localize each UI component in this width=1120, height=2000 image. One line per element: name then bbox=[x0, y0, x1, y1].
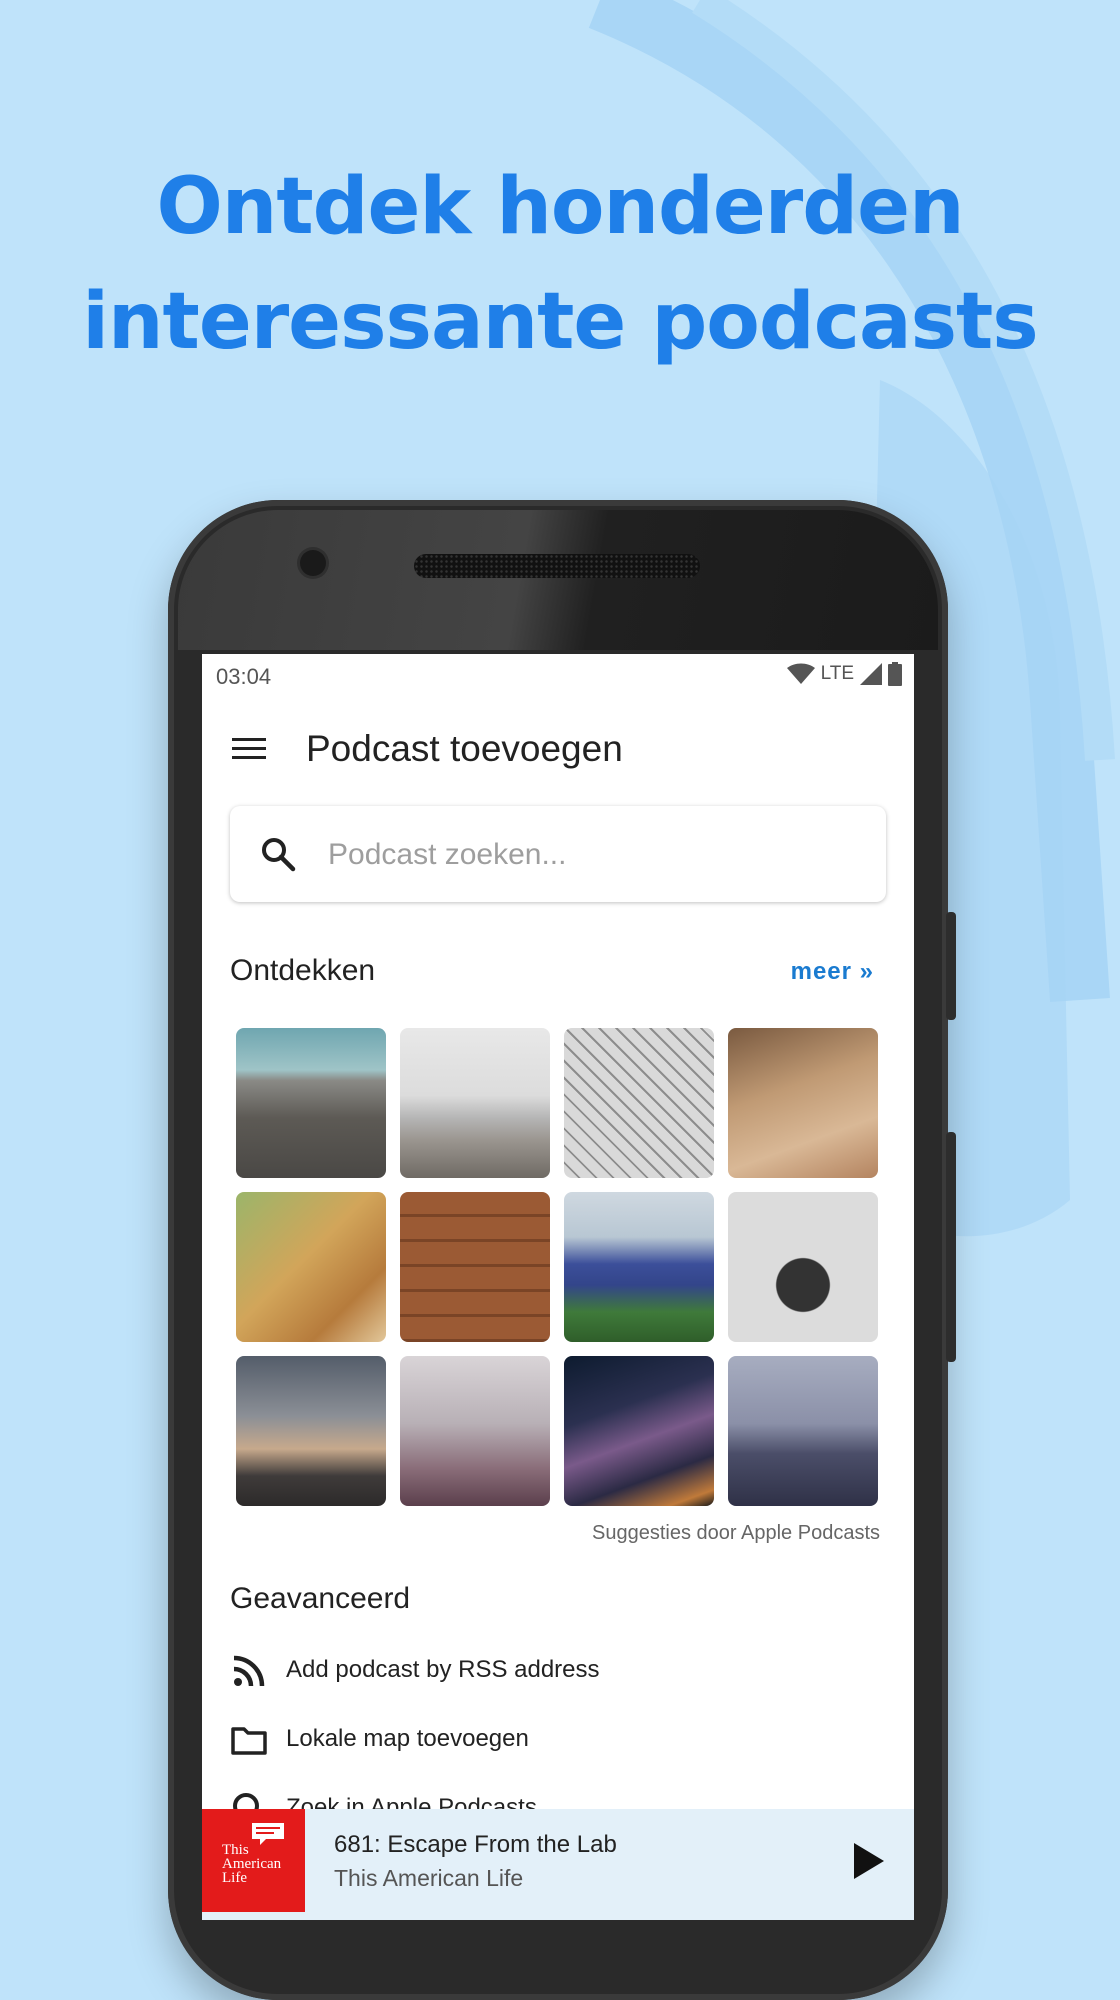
headline-line-2: interessante podcasts bbox=[82, 277, 1038, 367]
podcast-tile-pencils[interactable] bbox=[728, 1028, 878, 1178]
menu-icon bbox=[232, 738, 266, 741]
power-button bbox=[946, 912, 956, 1020]
play-icon[interactable] bbox=[848, 1839, 888, 1883]
headline-line-1: Ontdek honderden bbox=[156, 162, 965, 252]
headline: Ontdek honderden interessante podcasts bbox=[0, 150, 1120, 380]
podcast-tile-snowy-mountain[interactable] bbox=[400, 1028, 550, 1178]
menu-button[interactable] bbox=[232, 734, 266, 764]
podcast-tile-blue-flowers[interactable] bbox=[564, 1192, 714, 1342]
search-icon bbox=[262, 838, 296, 872]
section-title-discover: Ontdekken bbox=[230, 954, 376, 987]
battery-icon bbox=[888, 662, 902, 686]
podcast-tile-glass-roof[interactable] bbox=[564, 1028, 714, 1178]
section-title-advanced: Geavanceerd bbox=[230, 1582, 411, 1615]
status-time: 03:04 bbox=[216, 664, 272, 689]
search-box bbox=[230, 806, 886, 902]
phone-top-bezel bbox=[178, 510, 938, 650]
suggestions-credit: Suggesties door Apple Podcasts bbox=[592, 1522, 880, 1544]
rss-icon bbox=[233, 1655, 265, 1687]
search-input[interactable] bbox=[326, 826, 860, 884]
show-name: This American Life bbox=[334, 1865, 524, 1891]
speech-bubble-icon bbox=[252, 1823, 284, 1845]
podcast-tile-city-tower[interactable] bbox=[236, 1356, 386, 1506]
podcast-tile-milky-way[interactable] bbox=[564, 1356, 714, 1506]
podcast-tile-wood-planks[interactable] bbox=[400, 1192, 550, 1342]
podcast-tile-misty-sea[interactable] bbox=[728, 1356, 878, 1506]
signal-icon bbox=[860, 663, 882, 685]
add-rss-item[interactable]: Add podcast by RSS address bbox=[230, 1646, 870, 1696]
camera-icon bbox=[300, 550, 326, 576]
more-link[interactable]: meer » bbox=[791, 958, 874, 986]
volume-button bbox=[946, 1132, 956, 1362]
app-screen: 03:04 LTE Podcast toevoegen Ontdekke bbox=[202, 654, 914, 1920]
track-title: 681: Escape From the Lab bbox=[334, 1831, 617, 1858]
cover-title: This American Life bbox=[222, 1842, 282, 1886]
app-bar: Podcast toevoegen bbox=[202, 714, 914, 786]
podcast-tile-typewriter[interactable] bbox=[728, 1192, 878, 1342]
page-title: Podcast toevoegen bbox=[306, 728, 623, 769]
speaker-grille bbox=[414, 554, 700, 578]
podcast-tile-foggy-trees[interactable] bbox=[400, 1356, 550, 1506]
podcast-tile-pebble-beach[interactable] bbox=[236, 1028, 386, 1178]
status-bar: 03:04 LTE bbox=[202, 654, 914, 698]
podcast-tile-bamboo-pipes[interactable] bbox=[236, 1192, 386, 1342]
podcast-cover[interactable]: This American Life bbox=[202, 1809, 305, 1912]
add-local-folder-label: Lokale map toevoegen bbox=[286, 1725, 529, 1752]
wifi-icon bbox=[786, 663, 815, 684]
mini-player[interactable]: This American Life 681: Escape From the … bbox=[202, 1809, 914, 1920]
folder-icon bbox=[231, 1727, 267, 1755]
add-local-folder-item[interactable]: Lokale map toevoegen bbox=[230, 1715, 870, 1765]
network-label: LTE bbox=[820, 663, 854, 684]
add-rss-label: Add podcast by RSS address bbox=[286, 1656, 600, 1683]
